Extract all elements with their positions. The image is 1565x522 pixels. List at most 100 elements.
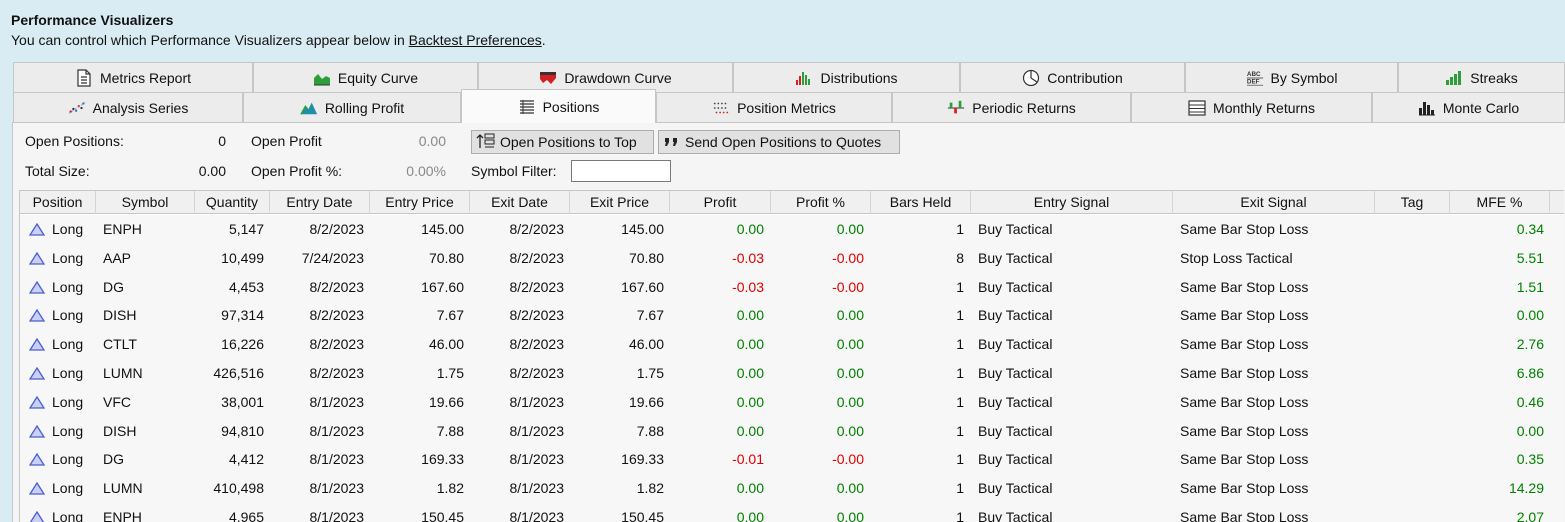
cell-profit-pct: 0.00	[836, 307, 864, 324]
tab-distributions[interactable]: Distributions	[733, 62, 960, 92]
cell-profit-pct: 0.00	[836, 509, 864, 522]
cell-tag	[1382, 503, 1450, 522]
tab-contribution[interactable]: Contribution	[960, 62, 1185, 92]
cell-exit-price: 46.00	[628, 336, 664, 353]
tab-equity-curve[interactable]: Equity Curve	[253, 62, 478, 92]
tab-monte-carlo[interactable]: Monte Carlo	[1372, 92, 1565, 122]
column-header-position[interactable]: Position	[20, 191, 96, 214]
column-header-entry-price[interactable]: Entry Price	[370, 191, 470, 214]
table-row[interactable]: Long CTLT 16,226 8/2/2023 46.00 8/2/2023 46.00…	[20, 330, 1564, 359]
cell-exit-date: 8/1/2023	[509, 509, 565, 522]
tab-analysis-series[interactable]: Analysis Series	[13, 92, 243, 122]
table-row[interactable]: Long LUMN 410,498 8/1/2023 1.82 8/1/2023 1.82 0…	[20, 474, 1564, 503]
table-row[interactable]: Long ENPH 5,147 8/2/2023 145.00 8/2/2023 145.0…	[20, 215, 1564, 244]
tab-metrics-report[interactable]: Metrics Report	[13, 62, 253, 92]
cell-symbol: DG	[103, 278, 124, 295]
document-icon	[75, 68, 93, 87]
cell-profit: 0.00	[736, 307, 764, 324]
list-icon	[518, 98, 536, 116]
histogram-icon	[795, 69, 813, 87]
tab-by-symbol[interactable]: ABC DEF By Symbol	[1185, 62, 1398, 92]
column-header-mfe-pct[interactable]: MFE %	[1450, 191, 1550, 214]
table-row[interactable]: Long DG 4,412 8/1/2023 169.33 8/1/2023 169.33 -…	[20, 445, 1564, 475]
cell-bars-held: 1	[956, 278, 964, 295]
cell-exit-date: 8/1/2023	[509, 451, 565, 468]
long-triangle-icon	[29, 424, 45, 438]
symbol-filter-input[interactable]	[571, 160, 671, 182]
tab-rolling-profit[interactable]: Rolling Profit	[243, 92, 461, 122]
tab-label: Position Metrics	[737, 99, 836, 116]
cell-quantity: 4,412	[228, 451, 264, 468]
cell-entry-date: 8/1/2023	[309, 451, 365, 468]
visualizers-header: Performance Visualizers You can control …	[0, 0, 1565, 62]
column-header-symbol[interactable]: Symbol	[96, 191, 195, 214]
cell-quantity: 38,001	[221, 393, 264, 410]
long-triangle-icon	[29, 338, 45, 351]
backtest-preferences-link[interactable]: Backtest Preferences	[409, 32, 542, 48]
cell-profit-pct: 0.00	[836, 422, 864, 439]
column-header-entry-signal[interactable]: Entry Signal	[971, 191, 1173, 214]
tab-periodic-returns[interactable]: Periodic Returns	[892, 92, 1131, 122]
table-row[interactable]: Long DG 4,453 8/2/2023 167.60 8/2/2023 167.60 -…	[20, 272, 1564, 302]
tab-label: Monte Carlo	[1442, 99, 1520, 116]
table-row[interactable]: Long ENPH 4,965 8/1/2023 150.45 8/1/2023 150.4…	[20, 503, 1564, 522]
cell-entry-price: 167.60	[421, 278, 464, 295]
cell-entry-date: 8/1/2023	[309, 480, 365, 497]
cell-profit-pct: 0.00	[836, 480, 864, 497]
cell-exit-price: 145.00	[621, 221, 664, 237]
cell-exit-signal: Same Bar Stop Loss	[1180, 278, 1309, 295]
column-header-exit-signal[interactable]: Exit Signal	[1173, 191, 1375, 214]
open-profit-value: 0.00	[418, 133, 446, 149]
open-positions-value: 0	[218, 133, 226, 149]
tab-position-metrics[interactable]: Position Metrics	[656, 92, 892, 122]
cell-position: Long	[52, 422, 84, 439]
column-header-profit[interactable]: Profit	[670, 191, 771, 214]
cell-entry-date: 8/1/2023	[309, 422, 365, 439]
dots-grid-icon	[712, 99, 730, 117]
cell-exit-signal: Same Bar Stop Loss	[1180, 365, 1309, 381]
column-header-profit-pct[interactable]: Profit %	[771, 191, 871, 214]
tab-label: Equity Curve	[337, 69, 419, 86]
long-triangle-icon	[29, 482, 45, 495]
column-header-entry-date[interactable]: Entry Date	[270, 191, 370, 214]
cell-quantity: 16,226	[221, 336, 264, 353]
column-header-tag[interactable]: Tag	[1375, 191, 1450, 214]
column-header-exit-date[interactable]: Exit Date	[470, 191, 570, 214]
long-triangle-icon	[29, 367, 45, 380]
cell-symbol: AAP	[103, 249, 132, 266]
tab-drawdown-curve[interactable]: Drawdown Curve	[478, 62, 733, 92]
cell-position: Long	[52, 509, 84, 522]
cell-position: Long	[52, 480, 84, 497]
cell-profit: 0.00	[736, 393, 764, 410]
table-row[interactable]: Long LUMN 426,516 8/2/2023 1.75 8/2/2023 1.75 0…	[20, 359, 1564, 388]
cell-mfe-pct: 6.86	[1516, 365, 1544, 381]
column-header-quantity[interactable]: Quantity	[195, 191, 270, 214]
table-row[interactable]: Long DISH 94,810 8/1/2023 7.88 8/1/2023 7.88 0.…	[20, 416, 1564, 446]
cell-bars-held: 1	[956, 336, 964, 353]
cell-entry-signal: Buy Tactical	[978, 221, 1053, 237]
table-row[interactable]: Long VFC 38,001 8/1/2023 19.66 8/1/2023 19.66 0…	[20, 387, 1564, 417]
pie-chart-icon	[1022, 69, 1040, 87]
column-header-exit-price[interactable]: Exit Price	[570, 191, 670, 214]
tab-streaks[interactable]: Streaks	[1398, 62, 1565, 92]
table-row[interactable]: Long AAP 10,499 7/24/2023 70.80 8/2/2023 70.80…	[20, 243, 1564, 273]
cell-exit-date: 8/1/2023	[509, 393, 565, 410]
long-triangle-icon	[29, 395, 45, 409]
column-header-bars-held[interactable]: Bars Held	[871, 191, 971, 214]
cell-profit: -0.03	[732, 249, 764, 266]
send-open-positions-to-quotes-button[interactable]: Send Open Positions to Quotes	[658, 130, 900, 154]
cell-entry-signal: Buy Tactical	[978, 480, 1053, 497]
cell-entry-price: 145.00	[421, 221, 464, 237]
button-label: Send Open Positions to Quotes	[685, 134, 882, 150]
tab-label: Drawdown Curve	[564, 69, 672, 86]
cell-tag	[1382, 417, 1450, 446]
cell-exit-price: 167.60	[621, 278, 664, 295]
tab-positions[interactable]: Positions	[461, 89, 656, 123]
tab-monthly-returns[interactable]: Monthly Returns	[1131, 92, 1372, 122]
cell-profit-pct: 0.00	[836, 221, 864, 237]
open-positions-to-top-button[interactable]: Open Positions to Top	[471, 130, 654, 154]
cell-exit-date: 8/2/2023	[509, 336, 565, 353]
cell-entry-signal: Buy Tactical	[978, 393, 1053, 410]
table-row[interactable]: Long DISH 97,314 8/2/2023 7.67 8/2/2023 7.67 0.…	[20, 301, 1564, 331]
cell-profit: 0.00	[736, 365, 764, 381]
